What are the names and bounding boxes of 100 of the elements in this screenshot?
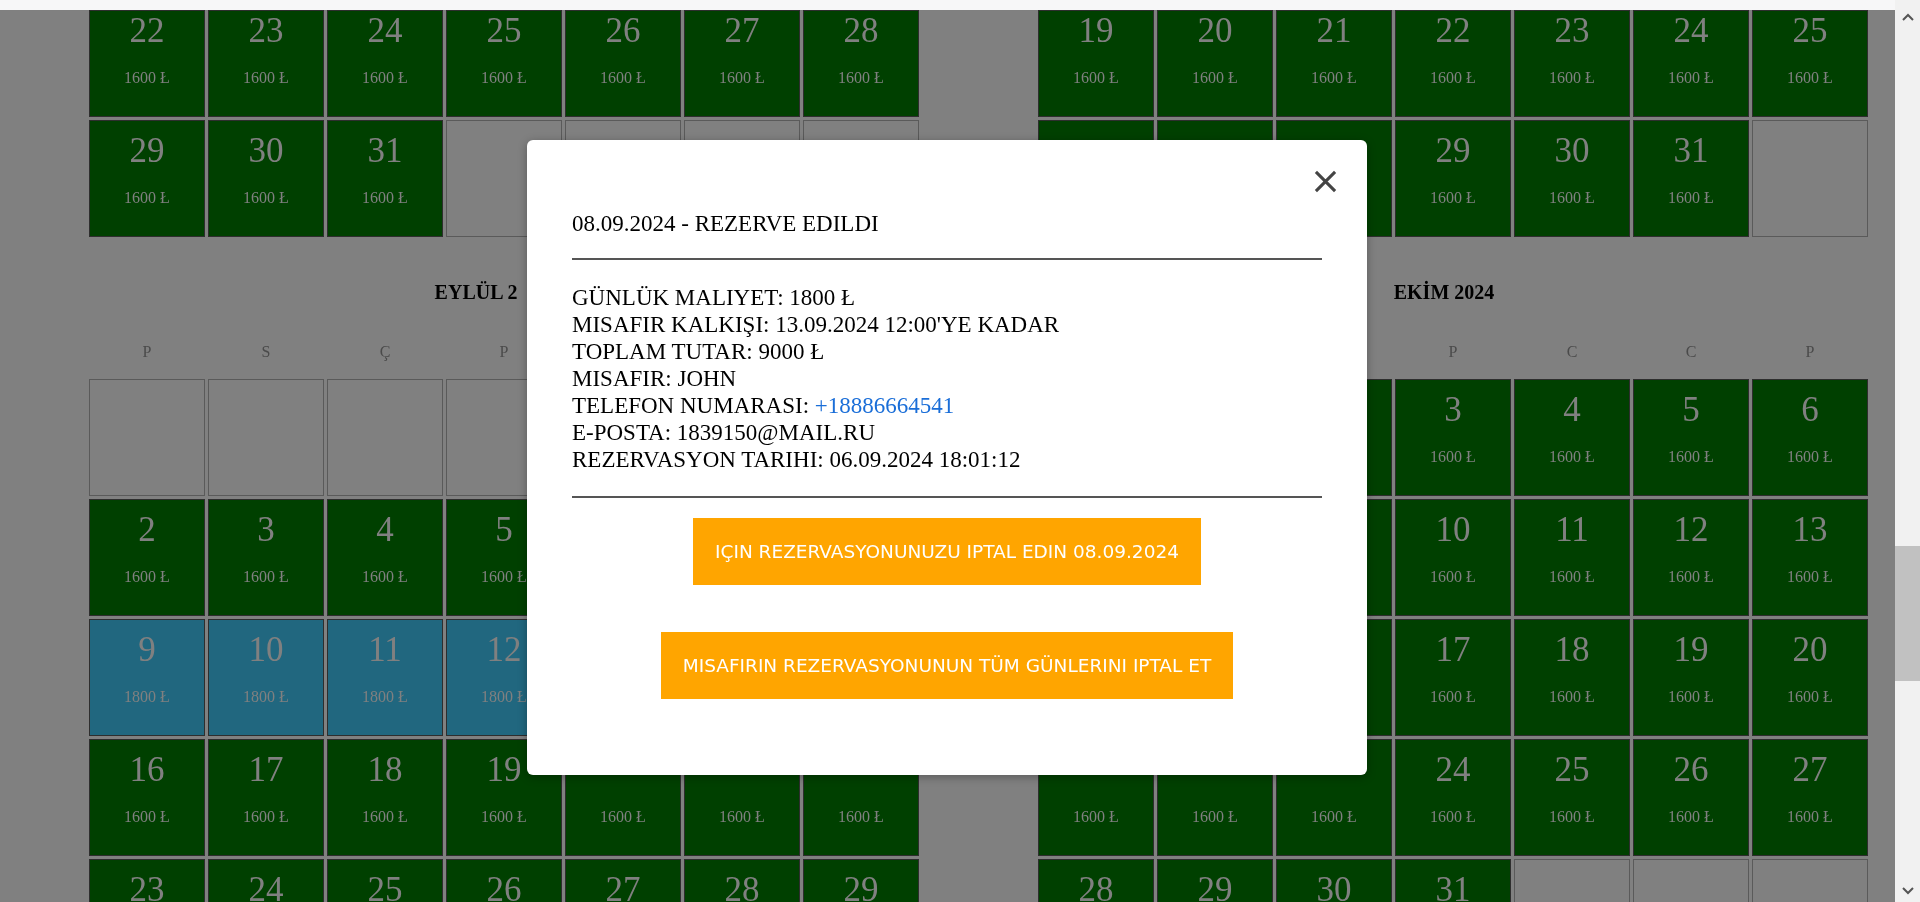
day-price: 1600 Ł: [1549, 448, 1595, 466]
day-price: 1600 Ł: [481, 808, 527, 826]
calendar-day-cell[interactable]: 29: [1157, 859, 1273, 902]
day-number: 5: [495, 510, 513, 550]
calendar-day-cell[interactable]: 28 1600 Ł: [803, 10, 919, 117]
detail-line: MISAFIR KALKIŞI: 13.09.2024 12:00'YE KADAR: [572, 311, 1061, 338]
calendar-day-cell[interactable]: 20 1600 Ł: [1157, 10, 1273, 117]
cancel-button[interactable]: IÇIN REZERVASYONUNUZU IPTAL EDIN 08.09.2024: [693, 518, 1201, 585]
calendar-day-cell[interactable]: 18 1600 Ł: [1514, 619, 1630, 736]
calendar-day-cell[interactable]: 12 1600 Ł: [1633, 499, 1749, 616]
calendar-day-cell[interactable]: 22 1600 Ł: [1395, 10, 1511, 117]
day-number: 29: [1197, 870, 1233, 902]
calendar-day-cell[interactable]: 31 1600 Ł: [1633, 120, 1749, 237]
calendar-day-cell[interactable]: 16 1600 Ł: [89, 739, 205, 856]
calendar-day-cell[interactable]: 4 1600 Ł: [327, 499, 443, 616]
calendar-day-cell[interactable]: 25 1600 Ł: [446, 10, 562, 117]
calendar-day-cell[interactable]: 2 1600 Ł: [89, 499, 205, 616]
day-price: 1600 Ł: [481, 568, 527, 586]
calendar-day-cell[interactable]: 10 1800 Ł: [208, 619, 324, 736]
scrollbar-thumb[interactable]: [1895, 546, 1920, 681]
calendar-day-cell[interactable]: 23: [89, 859, 205, 902]
day-price: 1600 Ł: [1311, 808, 1357, 826]
day-price: 1600 Ł: [1311, 69, 1357, 87]
calendar-day-cell[interactable]: 25 1600 Ł: [1514, 739, 1630, 856]
day-price: 1600 Ł: [1430, 448, 1476, 466]
calendar-day-cell[interactable]: 27 1600 Ł: [1752, 739, 1868, 856]
calendar-day-cell[interactable]: 13 1600 Ł: [1752, 499, 1868, 616]
day-price: 1600 Ł: [1073, 808, 1119, 826]
calendar-day-cell[interactable]: 29: [803, 859, 919, 902]
calendar-day-cell[interactable]: 23 1600 Ł: [208, 10, 324, 117]
day-number: 13: [1792, 510, 1828, 550]
calendar-day-cell[interactable]: 27 1600 Ł: [684, 10, 800, 117]
calendar-day-cell[interactable]: 29 1600 Ł: [1395, 120, 1511, 237]
day-number: 12: [1673, 510, 1709, 550]
calendar-day-cell[interactable]: 3 1600 Ł: [1395, 379, 1511, 496]
detail-line: TOPLAM TUTAR: 9000 Ł: [572, 338, 826, 365]
calendar-day-cell[interactable]: 3 1600 Ł: [208, 499, 324, 616]
detail-line: E-POSTA: 1839150@MAIL.RU: [572, 419, 876, 446]
day-number: 22: [129, 11, 165, 51]
day-number: 31: [367, 131, 403, 171]
calendar-day-cell[interactable]: 28: [684, 859, 800, 902]
day-price: 1600 Ł: [362, 69, 408, 87]
calendar-day-cell[interactable]: 25: [327, 859, 443, 902]
calendar-day-cell[interactable]: 19 1600 Ł: [1633, 619, 1749, 736]
calendar-day-cell[interactable]: 17 1600 Ł: [208, 739, 324, 856]
calendar-day-cell[interactable]: 24 1600 Ł: [1395, 739, 1511, 856]
day-number: 28: [724, 870, 760, 902]
day-price: 1600 Ł: [124, 808, 170, 826]
day-number: 19: [486, 750, 522, 790]
calendar-day-cell[interactable]: 30 1600 Ł: [1514, 120, 1630, 237]
calendar-day-cell[interactable]: 29 1600 Ł: [89, 120, 205, 237]
calendar-day-cell[interactable]: 24 1600 Ł: [1633, 10, 1749, 117]
dialog-title: 08.09.2024 - REZERVE EDILDI: [572, 210, 880, 237]
calendar-day-cell[interactable]: 28: [1038, 859, 1154, 902]
scroll-down-icon[interactable]: [1900, 886, 1915, 896]
day-number: 28: [1078, 870, 1114, 902]
day-price: 1600 Ł: [1787, 448, 1833, 466]
phone-link[interactable]: +18886664541: [814, 393, 955, 418]
calendar-day-cell[interactable]: 22 1600 Ł: [89, 10, 205, 117]
day-price: 1600 Ł: [243, 69, 289, 87]
day-price: 1600 Ł: [1549, 688, 1595, 706]
day-number: 31: [1673, 131, 1709, 171]
calendar-day-cell[interactable]: 30: [1276, 859, 1392, 902]
calendar-day-cell[interactable]: 26 1600 Ł: [565, 10, 681, 117]
calendar-day-cell[interactable]: 11 1600 Ł: [1514, 499, 1630, 616]
calendar-day-cell[interactable]: 4 1600 Ł: [1514, 379, 1630, 496]
day-number: 27: [605, 870, 641, 902]
calendar-day-cell[interactable]: 19 1600 Ł: [446, 739, 562, 856]
day-number: 31: [1435, 870, 1471, 902]
day-price: 1600 Ł: [1668, 568, 1714, 586]
day-number: 23: [248, 11, 284, 51]
scroll-up-icon[interactable]: [1900, 12, 1915, 22]
calendar-day-cell[interactable]: 6 1600 Ł: [1752, 379, 1868, 496]
day-number: 18: [1554, 630, 1590, 670]
calendar-day-cell[interactable]: 11 1800 Ł: [327, 619, 443, 736]
calendar-day-cell[interactable]: 31 1600 Ł: [327, 120, 443, 237]
calendar-day-cell[interactable]: 24: [208, 859, 324, 902]
day-price: 1600 Ł: [1192, 808, 1238, 826]
detail-line: MISAFIR: JOHN: [572, 365, 738, 392]
calendar-day-cell[interactable]: 31: [1395, 859, 1511, 902]
calendar-day-cell[interactable]: 17 1600 Ł: [1395, 619, 1511, 736]
day-number: 24: [367, 11, 403, 51]
calendar-day-cell[interactable]: 20 1600 Ł: [1752, 619, 1868, 736]
calendar-day-cell[interactable]: 21 1600 Ł: [1276, 10, 1392, 117]
close-icon[interactable]: [1314, 170, 1337, 193]
calendar-day-cell[interactable]: 26: [446, 859, 562, 902]
calendar-day-cell[interactable]: 24 1600 Ł: [327, 10, 443, 117]
calendar-day-cell[interactable]: 9 1800 Ł: [89, 619, 205, 736]
calendar-day-cell[interactable]: 25 1600 Ł: [1752, 10, 1868, 117]
calendar-day-cell[interactable]: 10 1600 Ł: [1395, 499, 1511, 616]
day-price: 1600 Ł: [838, 69, 884, 87]
calendar-day-cell[interactable]: 30 1600 Ł: [208, 120, 324, 237]
calendar-day-cell[interactable]: 27: [565, 859, 681, 902]
calendar-day-cell[interactable]: 23 1600 Ł: [1514, 10, 1630, 117]
calendar-day-cell[interactable]: 5 1600 Ł: [1633, 379, 1749, 496]
calendar-day-cell[interactable]: 19 1600 Ł: [1038, 10, 1154, 117]
cancel-button[interactable]: MISAFIRIN REZERVASYONUNUN TÜM GÜNLERINI IPTAL ET: [660, 632, 1234, 699]
day-number: 9: [138, 630, 156, 670]
calendar-day-cell[interactable]: 18 1600 Ł: [327, 739, 443, 856]
calendar-day-cell[interactable]: 26 1600 Ł: [1633, 739, 1749, 856]
